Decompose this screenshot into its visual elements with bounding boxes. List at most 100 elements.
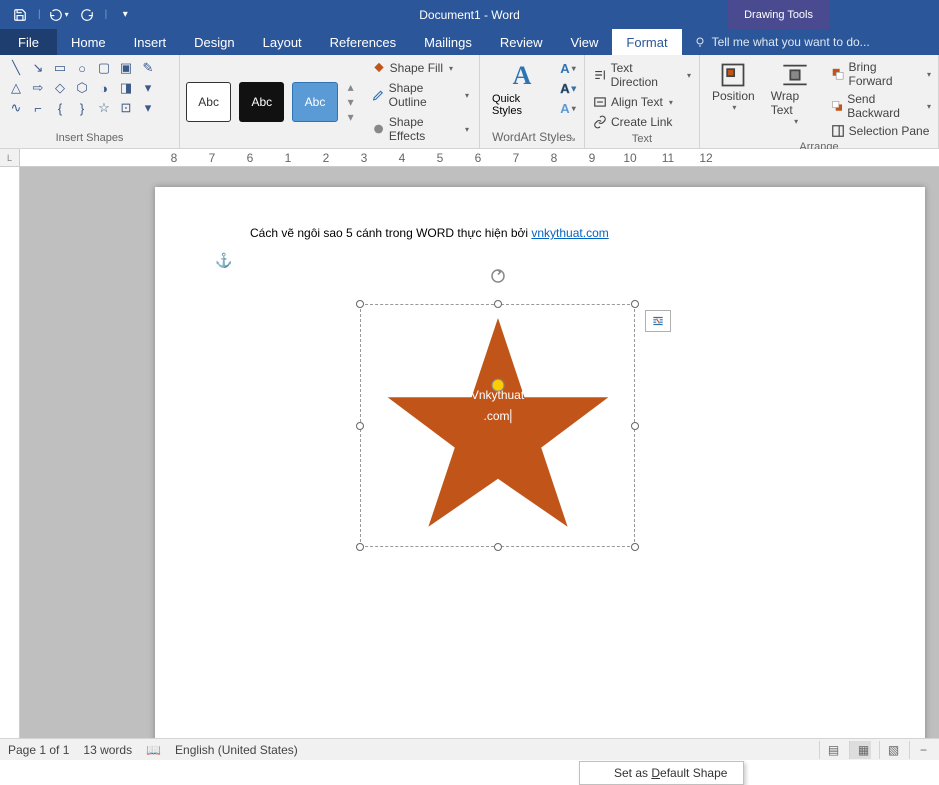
shape-more1[interactable]: ▾ (138, 79, 158, 97)
shape-tri[interactable]: △ (6, 79, 26, 97)
wrap-text-button[interactable]: Wrap Text▾ (765, 59, 826, 128)
shape-selection[interactable]: Vnkythuat.com (360, 304, 635, 547)
vertical-ruler[interactable] (0, 167, 20, 757)
resize-handle-ml[interactable] (356, 422, 364, 430)
shape-fill-button[interactable]: Shape Fill▾ (368, 59, 473, 77)
link-icon (593, 115, 607, 129)
save-button[interactable] (8, 3, 32, 27)
shape-outline-button[interactable]: Shape Outline▾ (368, 79, 473, 111)
shape-banner[interactable]: ◨ (116, 79, 136, 97)
shape-brace2[interactable]: } (72, 99, 92, 117)
shape-line[interactable]: ╲ (6, 59, 26, 77)
document-area: Cách vẽ ngôi sao 5 cánh trong WORD thực … (0, 167, 939, 757)
spell-check-icon[interactable]: 📖 (146, 743, 161, 757)
text-effects-button[interactable]: A▾ (558, 99, 578, 117)
status-bar: Page 1 of 1 13 words 📖 English (United S… (0, 738, 939, 760)
qat-customize[interactable]: ▾ (113, 3, 137, 27)
language-indicator[interactable]: English (United States) (175, 743, 298, 757)
shape-hex[interactable]: ⬡ (72, 79, 92, 97)
style-preset-3[interactable]: Abc (292, 82, 337, 122)
style-preset-2[interactable]: Abc (239, 82, 284, 122)
undo-button[interactable]: ▾ (47, 3, 71, 27)
text-direction-button[interactable]: Text Direction▾ (591, 59, 693, 91)
zoom-out-button[interactable]: − (909, 741, 931, 759)
dialog-launcher-icon[interactable]: ↘ (568, 133, 576, 144)
group-label-shapes: Insert Shapes (6, 130, 173, 146)
page[interactable]: Cách vẽ ngôi sao 5 cánh trong WORD thực … (155, 187, 925, 757)
selection-pane-button[interactable]: Selection Pane (830, 123, 932, 139)
shape-rrect[interactable]: ▢ (94, 59, 114, 77)
rotation-handle[interactable] (489, 267, 507, 288)
shape-arr2[interactable]: ⇨ (28, 79, 48, 97)
tell-me-placeholder: Tell me what you want to do... (712, 35, 870, 49)
tab-layout[interactable]: Layout (249, 29, 316, 55)
shape-conn[interactable]: ⌐ (28, 99, 48, 117)
tab-insert[interactable]: Insert (120, 29, 181, 55)
tab-file[interactable]: File (0, 29, 57, 55)
text-fill-button[interactable]: A▾ (558, 59, 578, 77)
tab-format[interactable]: Format (612, 29, 681, 55)
shape-scroll[interactable]: ⊡ (116, 99, 136, 117)
print-layout-button[interactable]: ▦ (849, 741, 871, 759)
resize-handle-tl[interactable] (356, 300, 364, 308)
star-text[interactable]: Vnkythuat.com (471, 385, 524, 427)
lightbulb-icon (694, 36, 706, 48)
quick-styles-button[interactable]: A Quick Styles (486, 59, 558, 119)
shapes-gallery[interactable]: ╲ ↘ ▭ ○ ▢ ▣ ✎ △ ⇨ ◇ ⬡ ◑ ◨ ▾ ∿ ⌐ { } ☆ ⊡ (6, 59, 158, 117)
resize-handle-bl[interactable] (356, 543, 364, 551)
style-preset-1[interactable]: Abc (186, 82, 231, 122)
resize-handle-mr[interactable] (631, 422, 639, 430)
shape-arrow[interactable]: ↘ (28, 59, 48, 77)
read-mode-button[interactable]: ▤ (819, 741, 841, 759)
page-indicator[interactable]: Page 1 of 1 (8, 743, 69, 757)
web-layout-button[interactable]: ▧ (879, 741, 901, 759)
horizontal-ruler[interactable]: L 876123456789101112 (0, 149, 939, 167)
tab-mailings[interactable]: Mailings (410, 29, 486, 55)
hyperlink[interactable]: vnkythuat.com (531, 226, 608, 240)
shape-textbox[interactable]: ▣ (116, 59, 136, 77)
resize-handle-br[interactable] (631, 543, 639, 551)
shape-callout[interactable]: ◑ (94, 79, 114, 97)
shape-curve[interactable]: ∿ (6, 99, 26, 117)
send-backward-button[interactable]: Send Backward▾ (830, 91, 932, 121)
align-text-button[interactable]: Align Text▾ (591, 93, 693, 111)
menu-set-default-shape[interactable]: Set as Default Shape (580, 762, 743, 784)
group-label-wordart: WordArt Styles↘ (486, 128, 578, 146)
layout-options-button[interactable] (645, 310, 671, 332)
position-button[interactable]: Position▾ (706, 59, 761, 114)
group-label-text: Text (591, 131, 693, 147)
group-text: Text Direction▾ Align Text▾ Create Link … (585, 55, 700, 148)
text-outline-button[interactable]: A▾ (558, 79, 578, 97)
ribbon-tabs: File Home Insert Design Layout Reference… (0, 29, 939, 55)
shape-edit[interactable]: ✎ (138, 59, 158, 77)
page-scroll[interactable]: Cách vẽ ngôi sao 5 cánh trong WORD thực … (20, 167, 939, 757)
pen-icon (372, 88, 385, 102)
tab-home[interactable]: Home (57, 29, 120, 55)
anchor-icon[interactable]: ⚓ (215, 252, 232, 269)
resize-handle-tr[interactable] (631, 300, 639, 308)
shape-oval[interactable]: ○ (72, 59, 92, 77)
shape-brace[interactable]: { (50, 99, 70, 117)
shape-star[interactable]: ☆ (94, 99, 114, 117)
tab-references[interactable]: References (316, 29, 410, 55)
tell-me-search[interactable]: Tell me what you want to do... (682, 29, 870, 55)
tab-review[interactable]: Review (486, 29, 557, 55)
word-count[interactable]: 13 words (83, 743, 132, 757)
tab-design[interactable]: Design (180, 29, 248, 55)
shape-rect[interactable]: ▭ (50, 59, 70, 77)
bring-forward-button[interactable]: Bring Forward▾ (830, 59, 932, 89)
quick-access-toolbar: | ▾ | ▾ (0, 3, 137, 27)
context-menu: Set as Default Shape (579, 761, 744, 785)
text-direction-icon (593, 68, 607, 82)
title-bar: | ▾ | ▾ Document1 - Word Drawing Tools (0, 0, 939, 29)
tab-view[interactable]: View (556, 29, 612, 55)
create-link-button[interactable]: Create Link (591, 113, 693, 131)
shape-effects-button[interactable]: Shape Effects▾ (368, 113, 473, 145)
group-wordart: A Quick Styles A▾ A▾ A▾ WordArt Styles↘ (480, 55, 585, 148)
shape-more2[interactable]: ▾ (138, 99, 158, 117)
group-arrange: Position▾ Wrap Text▾ Bring Forward▾ Send… (700, 55, 939, 148)
paragraph-text[interactable]: Cách vẽ ngôi sao 5 cánh trong WORD thực … (250, 224, 609, 242)
redo-button[interactable] (75, 3, 99, 27)
style-gallery-more[interactable]: ▴▾▾ (348, 80, 354, 124)
shape-diamond[interactable]: ◇ (50, 79, 70, 97)
